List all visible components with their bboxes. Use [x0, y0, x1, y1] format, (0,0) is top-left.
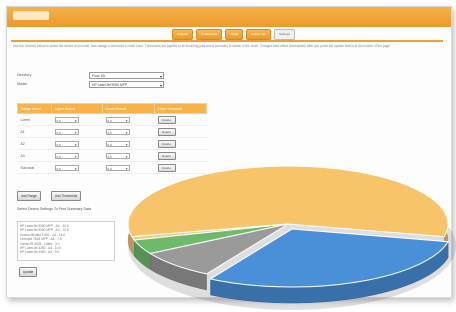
- pie-chart: [127, 165, 456, 310]
